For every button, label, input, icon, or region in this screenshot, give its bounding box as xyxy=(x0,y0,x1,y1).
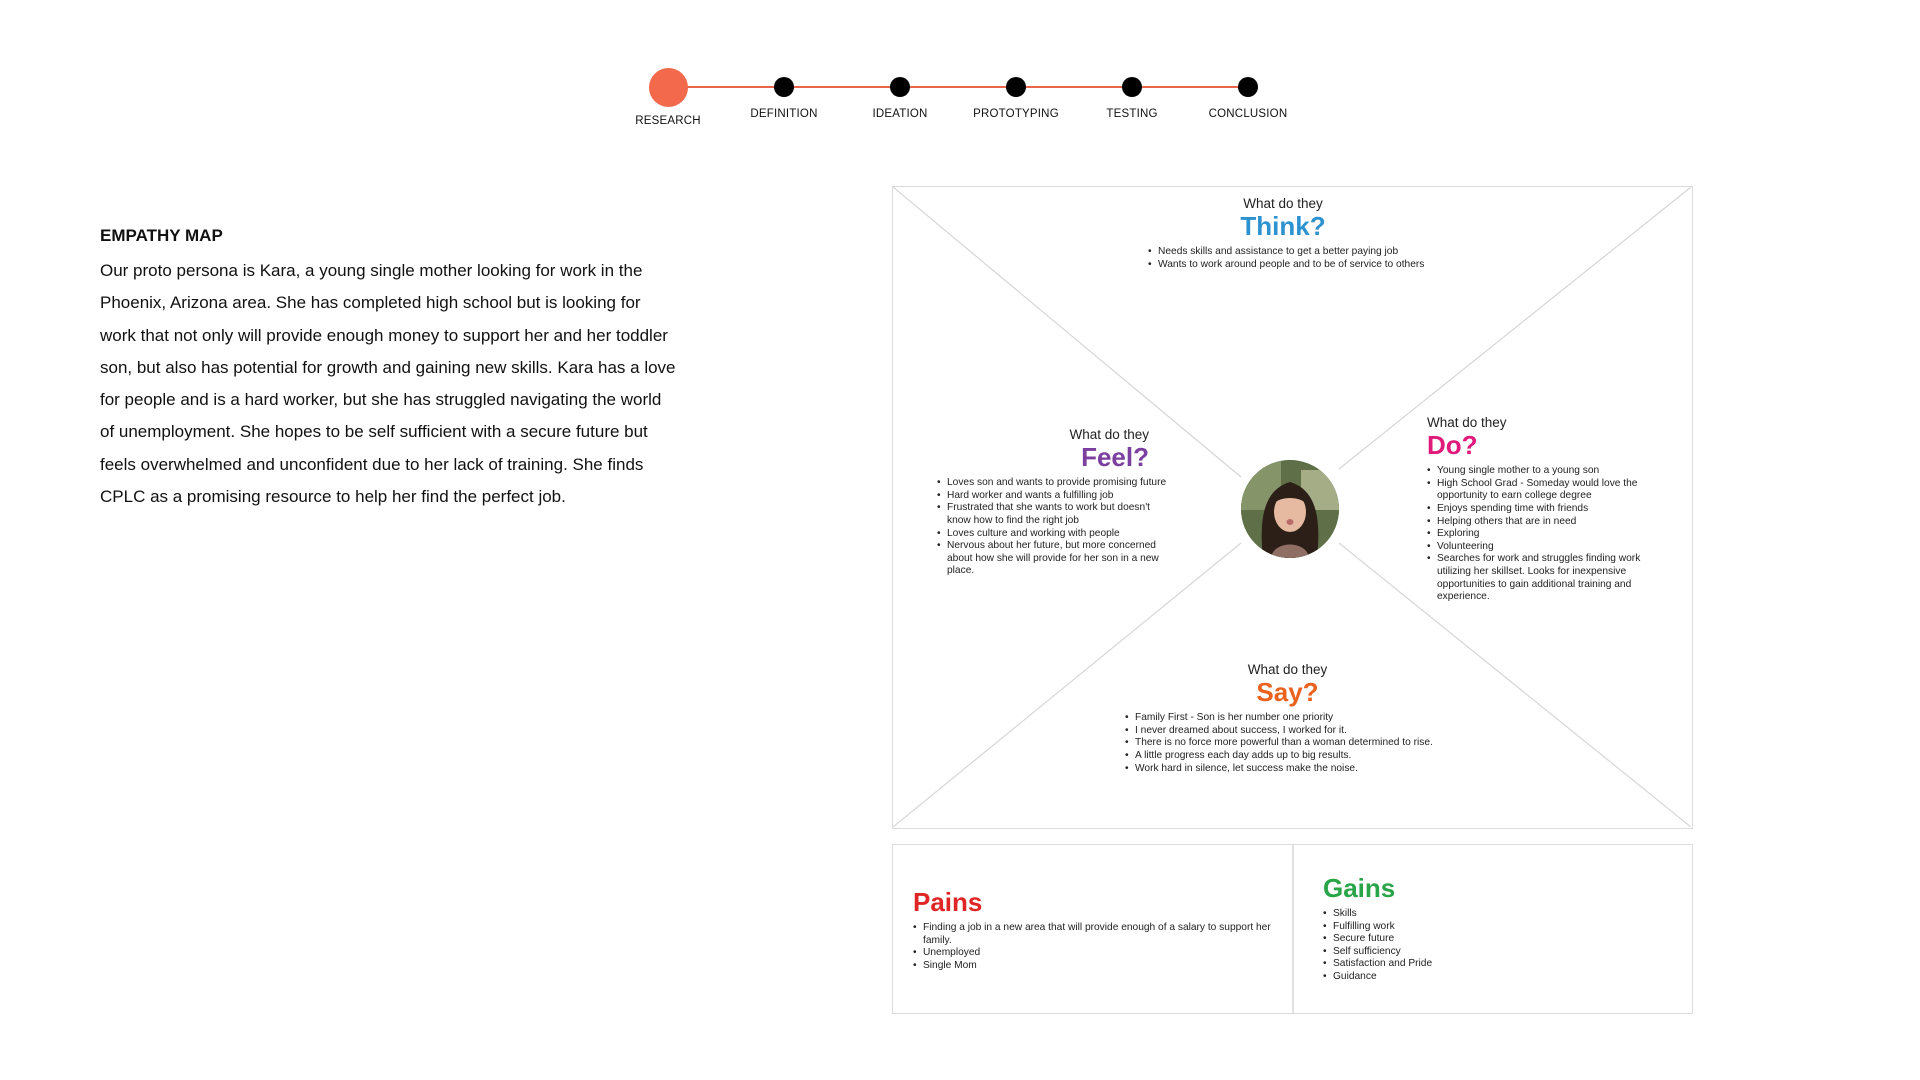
quadrant-kicker: What do they xyxy=(1069,427,1149,442)
quadrant-title: Think? xyxy=(1240,211,1326,241)
step-label: CONCLUSION xyxy=(1208,108,1288,120)
list-item: Fulfilling work xyxy=(1323,921,1663,934)
do-list: Young single mother to a young son High … xyxy=(1427,465,1677,604)
pains-gains-panel: Pains Finding a job in a new area that w… xyxy=(892,844,1693,1014)
list-item: Searches for work and struggles finding … xyxy=(1427,553,1677,603)
think-list: Needs skills and assistance to get a bet… xyxy=(1148,246,1458,271)
quadrant-think: What do they Think? Needs skills and ass… xyxy=(1148,196,1458,271)
list-item: Exploring xyxy=(1427,528,1677,541)
list-item: Work hard in silence, let success make t… xyxy=(1125,763,1475,776)
pains-list: Finding a job in a new area that will pr… xyxy=(913,922,1273,972)
quadrant-title: Do? xyxy=(1427,430,1478,460)
list-item: A little progress each day adds up to bi… xyxy=(1125,750,1475,763)
list-item: Helping others that are in need xyxy=(1427,516,1677,529)
gains-section: Gains Skills Fulfilling work Secure futu… xyxy=(1323,873,1663,984)
list-item: Skills xyxy=(1323,908,1663,921)
quadrant-title: Say? xyxy=(1256,677,1319,707)
list-item: Wants to work around people and to be of… xyxy=(1148,259,1458,272)
quadrant-title: Feel? xyxy=(1081,442,1149,472)
list-item: Enjoys spending time with friends xyxy=(1427,503,1677,516)
list-item: I never dreamed about success, I worked … xyxy=(1125,725,1475,738)
list-item: Nervous about her future, but more conce… xyxy=(937,540,1167,578)
step-dot xyxy=(890,77,910,97)
step-dot xyxy=(1006,77,1026,97)
panel-divider xyxy=(1292,845,1294,1013)
step-dot xyxy=(1238,77,1258,97)
pains-section: Pains Finding a job in a new area that w… xyxy=(913,887,1273,972)
list-item: Hard worker and wants a fulfilling job xyxy=(937,490,1167,503)
say-list: Family First - Son is her number one pri… xyxy=(1125,712,1475,775)
intro-section: EMPATHY MAP Our proto persona is Kara, a… xyxy=(100,226,680,513)
gains-title: Gains xyxy=(1323,873,1396,903)
list-item: High School Grad - Someday would love th… xyxy=(1427,478,1677,503)
step-conclusion[interactable]: CONCLUSION xyxy=(1178,64,1318,120)
list-item: Family First - Son is her number one pri… xyxy=(1125,712,1475,725)
persona-description: Our proto persona is Kara, a young singl… xyxy=(100,261,676,507)
list-item: Young single mother to a young son xyxy=(1427,465,1677,478)
list-item: Volunteering xyxy=(1427,541,1677,554)
step-dot xyxy=(1122,77,1142,97)
step-dot xyxy=(774,77,794,97)
section-heading: EMPATHY MAP xyxy=(100,226,223,245)
list-item: Secure future xyxy=(1323,933,1663,946)
quadrant-kicker: What do they xyxy=(1243,196,1323,211)
list-item: Finding a job in a new area that will pr… xyxy=(913,922,1273,947)
list-item: Satisfaction and Pride xyxy=(1323,958,1663,971)
quadrant-feel: What do they Feel? Loves son and wants t… xyxy=(937,427,1167,578)
quadrant-kicker: What do they xyxy=(1247,662,1328,677)
quadrant-do: What do they Do? Young single mother to … xyxy=(1427,415,1677,604)
pains-title: Pains xyxy=(913,887,983,917)
list-item: Needs skills and assistance to get a bet… xyxy=(1148,246,1458,259)
gains-list: Skills Fulfilling work Secure future Sel… xyxy=(1323,908,1663,984)
progress-stepper: RESEARCH DEFINITION IDEATION PROTOTYPING… xyxy=(620,64,1320,134)
list-item: Frustrated that she wants to work but do… xyxy=(937,502,1167,527)
list-item: Self sufficiency xyxy=(1323,946,1663,959)
list-item: Loves culture and working with people xyxy=(937,528,1167,541)
list-item: There is no force more powerful than a w… xyxy=(1125,737,1475,750)
feel-list: Loves son and wants to provide promising… xyxy=(937,477,1167,578)
list-item: Loves son and wants to provide promising… xyxy=(937,477,1167,490)
quadrant-kicker: What do they xyxy=(1427,415,1507,430)
list-item: Single Mom xyxy=(913,960,1273,973)
list-item: Guidance xyxy=(1323,971,1663,984)
step-dot-active xyxy=(648,68,688,107)
list-item: Unemployed xyxy=(913,947,1273,960)
empathy-map: What do they Think? Needs skills and ass… xyxy=(892,186,1693,829)
quadrant-say: What do they Say? Family First - Son is … xyxy=(1125,662,1475,775)
persona-avatar xyxy=(1241,460,1339,558)
